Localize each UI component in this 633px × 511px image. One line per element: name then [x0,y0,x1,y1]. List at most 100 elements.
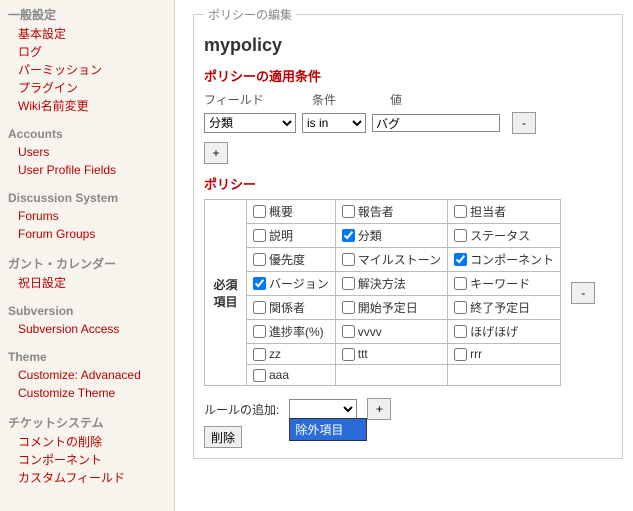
field-cell: 解決方法 [335,272,447,296]
add-condition-button[interactable]: + [204,142,228,164]
rule-add-dropdown: 除外項目 [289,418,367,441]
fieldset-legend: ポリシーの編集 [204,6,296,23]
sidebar-item[interactable]: パーミッション [18,61,170,79]
field-checkbox[interactable] [454,348,467,361]
value-input[interactable] [372,114,500,132]
field-cell [335,365,447,386]
sidebar-item[interactable]: Users [18,143,170,161]
field-checkbox[interactable] [454,205,467,218]
field-cell: 終了予定日 [448,296,561,320]
field-checkbox[interactable] [342,253,355,266]
sidebar-group-title: Subversion [8,304,170,318]
field-cell: キーワード [448,272,561,296]
field-label: ttt [358,347,368,361]
col-cond-label: 条件 [312,91,390,108]
field-cell: 概要 [247,200,336,224]
sidebar-item[interactable]: プラグイン [18,79,170,97]
condition-row: 分類 is in - [204,112,612,134]
sidebar-group-title: チケットシステム [8,414,170,431]
field-cell: 分類 [335,224,447,248]
delete-button[interactable]: 削除 [204,426,242,448]
rule-add-button[interactable]: + [367,398,391,420]
condition-select[interactable]: is in [302,113,366,133]
field-label: ほげほげ [470,323,518,340]
field-checkbox[interactable] [342,277,355,290]
field-cell: rrr [448,344,561,365]
field-checkbox[interactable] [253,205,266,218]
field-checkbox[interactable] [454,277,467,290]
rule-add-label: ルールの追加: [204,401,279,418]
field-checkbox[interactable] [342,325,355,338]
field-cell: ほげほげ [448,320,561,344]
field-checkbox[interactable] [454,301,467,314]
field-checkbox[interactable] [253,229,266,242]
field-label: aaa [269,368,289,382]
sidebar-item[interactable]: Subversion Access [18,320,170,338]
sidebar-group-title: Theme [8,350,170,364]
sidebar-item[interactable]: コメントの削除 [18,433,170,451]
col-field-label: フィールド [204,91,312,108]
policy-heading: ポリシー [204,174,612,193]
field-cell: 進捗率(%) [247,320,336,344]
field-label: キーワード [470,275,530,292]
sidebar-item[interactable]: User Profile Fields [18,161,170,179]
field-cell: ステータス [448,224,561,248]
required-label: 必須項目 [205,200,247,386]
field-label: vvvv [358,325,382,339]
sidebar-item[interactable]: Wiki名前変更 [18,97,170,115]
field-cell [448,365,561,386]
sidebar-item[interactable]: Customize Theme [18,384,170,402]
sidebar-item[interactable]: コンポーネント [18,451,170,469]
sidebar-item[interactable]: Forum Groups [18,225,170,243]
field-label: 優先度 [269,251,305,268]
field-cell: バージョン [247,272,336,296]
field-cell: コンポーネント [448,248,561,272]
field-label: 開始予定日 [358,299,418,316]
sidebar-item[interactable]: カスタムフィールド [18,469,170,487]
field-label: 担当者 [470,203,506,220]
field-cell: 担当者 [448,200,561,224]
main-panel: ポリシーの編集 mypolicy ポリシーの適用条件 フィールド 条件 値 分類… [175,0,633,511]
sidebar-group-title: Accounts [8,127,170,141]
policy-title: mypolicy [204,35,612,56]
required-fields-table: 必須項目概要報告者担当者説明分類ステータス優先度マイルストーンコンポーネントバー… [204,199,561,386]
field-checkbox[interactable] [253,348,266,361]
field-cell: 関係者 [247,296,336,320]
field-label: rrr [470,347,482,361]
field-label: 関係者 [269,299,305,316]
sidebar-item[interactable]: 祝日設定 [18,274,170,292]
rule-add-option[interactable]: 除外項目 [290,419,366,440]
field-checkbox[interactable] [454,229,467,242]
sidebar-item[interactable]: Forums [18,207,170,225]
field-label: 進捗率(%) [269,323,324,340]
field-checkbox[interactable] [454,253,467,266]
field-checkbox[interactable] [342,205,355,218]
field-cell: aaa [247,365,336,386]
field-label: 終了予定日 [470,299,530,316]
conditions-header-row: フィールド 条件 値 [204,91,612,108]
remove-condition-button[interactable]: - [512,112,536,134]
field-checkbox[interactable] [342,348,355,361]
field-checkbox[interactable] [253,325,266,338]
col-value-label: 値 [390,91,402,108]
field-checkbox[interactable] [342,229,355,242]
field-label: ステータス [470,227,530,244]
policy-edit-fieldset: ポリシーの編集 mypolicy ポリシーの適用条件 フィールド 条件 値 分類… [193,6,623,459]
field-checkbox[interactable] [253,253,266,266]
field-select[interactable]: 分類 [204,113,296,133]
field-label: コンポーネント [470,251,554,268]
conditions-heading: ポリシーの適用条件 [204,66,612,85]
sidebar-item[interactable]: ログ [18,43,170,61]
field-checkbox[interactable] [454,325,467,338]
field-checkbox[interactable] [253,301,266,314]
sidebar-item[interactable]: Customize: Advanaced [18,366,170,384]
remove-section-button[interactable]: - [571,282,595,304]
sidebar-group-title: Discussion System [8,191,170,205]
rule-add-select[interactable] [289,399,357,419]
field-checkbox[interactable] [342,301,355,314]
field-label: 解決方法 [358,275,406,292]
sidebar-item[interactable]: 基本設定 [18,25,170,43]
field-checkbox[interactable] [253,277,266,290]
field-checkbox[interactable] [253,369,266,382]
field-cell: 説明 [247,224,336,248]
